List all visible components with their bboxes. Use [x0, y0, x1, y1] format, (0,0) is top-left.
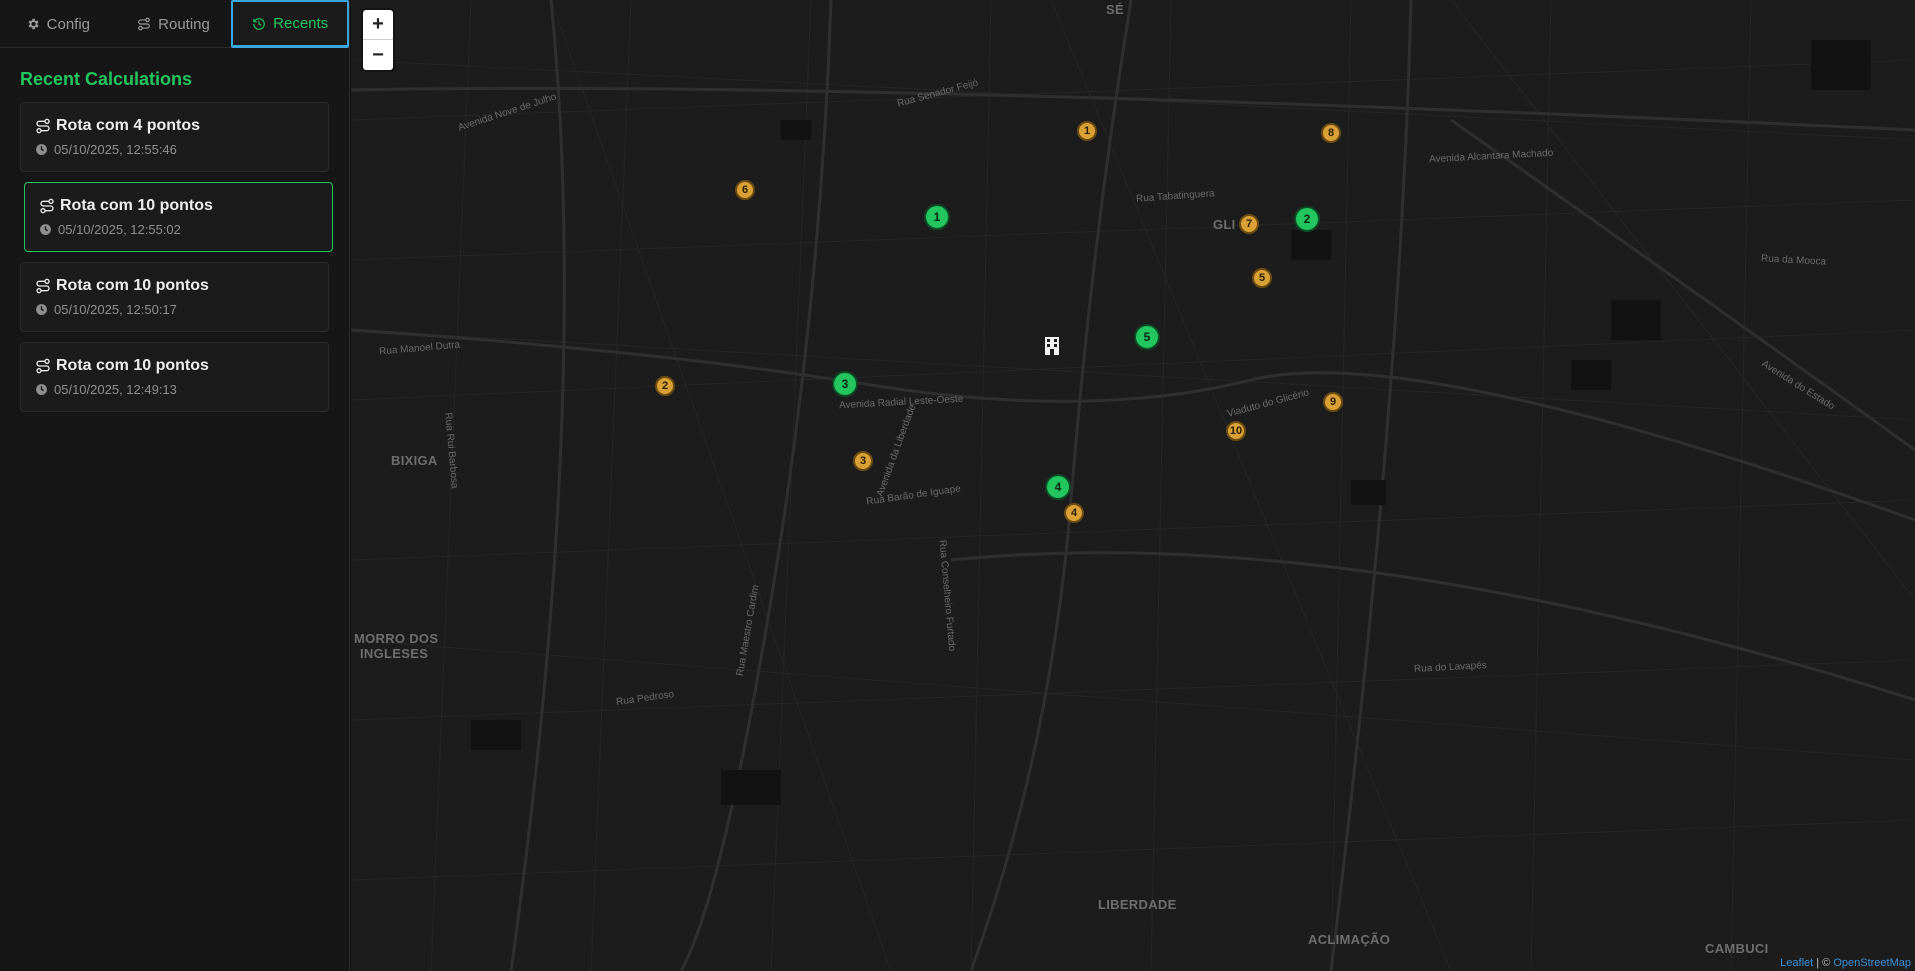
stop-marker-orange[interactable]: 5 [1252, 268, 1272, 288]
recent-item-title: Rota com 10 pontos [60, 197, 213, 214]
sidebar: Config Routing Recents Recent Calculatio… [0, 0, 350, 971]
stop-marker-orange[interactable]: 10 [1226, 421, 1246, 441]
recent-item-title: Rota com 4 pontos [56, 117, 201, 134]
route-icon [36, 358, 50, 374]
recent-item[interactable]: Rota com 10 pontos 05/10/2025, 12:49:13 [20, 342, 329, 412]
tab-recents-label: Recents [273, 15, 329, 32]
stop-marker-green[interactable]: 3 [832, 371, 858, 397]
place-label: INGLESES [360, 646, 429, 661]
clock-icon [36, 304, 47, 315]
route-icon [40, 198, 54, 214]
stop-marker-orange[interactable]: 6 [735, 180, 755, 200]
recent-item-time: 05/10/2025, 12:55:46 [54, 142, 177, 157]
clock-icon [36, 384, 47, 395]
place-label: ACLIMAÇÃO [1308, 932, 1391, 947]
stop-marker-green[interactable]: 5 [1134, 324, 1160, 350]
place-label: BIXIGA [391, 453, 438, 468]
stop-marker-green[interactable]: 2 [1294, 206, 1320, 232]
tab-routing[interactable]: Routing [116, 0, 232, 48]
leaflet-link[interactable]: Leaflet [1780, 957, 1813, 969]
recents-list: Rota com 4 pontos 05/10/2025, 12:55:46 R… [20, 102, 333, 422]
clock-icon [36, 144, 47, 155]
recent-item[interactable]: Rota com 4 pontos 05/10/2025, 12:55:46 [20, 102, 329, 172]
route-icon [36, 118, 50, 134]
stop-marker-green[interactable]: 1 [924, 204, 950, 230]
tab-recents[interactable]: Recents [231, 0, 350, 48]
recent-calculations-title: Recent Calculations [20, 69, 193, 89]
recent-item[interactable]: Rota com 10 pontos 05/10/2025, 12:50:17 [20, 262, 329, 332]
recent-item-selected[interactable]: Rota com 10 pontos 05/10/2025, 12:55:02 [24, 182, 333, 252]
stop-marker-green[interactable]: 4 [1045, 474, 1071, 500]
map-attribution: Leaflet | © OpenStreetMap [1776, 955, 1915, 971]
tab-routing-label: Routing [158, 15, 210, 33]
recent-item-time: 05/10/2025, 12:49:13 [54, 382, 177, 397]
tab-config-label: Config [46, 15, 91, 33]
place-label: MORRO DOS [354, 631, 439, 646]
recent-item-title: Rota com 10 pontos [56, 277, 209, 294]
history-icon [253, 17, 265, 30]
zoom-control: + − [363, 10, 393, 70]
place-label: SÉ [1106, 2, 1124, 17]
stop-marker-orange[interactable]: 2 [655, 376, 675, 396]
stop-marker-orange[interactable]: 9 [1323, 392, 1343, 412]
stop-marker-orange[interactable]: 4 [1064, 503, 1084, 523]
recent-item-title: Rota com 10 pontos [56, 357, 209, 374]
map-base-layer [351, 0, 1915, 971]
attribution-separator: | © [1816, 957, 1831, 969]
tab-config[interactable]: Config [0, 0, 116, 48]
openstreetmap-link[interactable]: OpenStreetMap [1833, 957, 1911, 969]
zoom-out-button[interactable]: − [363, 40, 393, 70]
route-icon [138, 17, 150, 31]
place-label: CAMBUCI [1705, 941, 1769, 956]
stop-marker-orange[interactable]: 7 [1239, 214, 1259, 234]
place-label: GLI [1213, 217, 1236, 232]
stop-marker-orange[interactable]: 3 [853, 451, 873, 471]
recent-item-time: 05/10/2025, 12:55:02 [58, 222, 181, 237]
app: Config Routing Recents Recent Calculatio… [0, 0, 1915, 971]
tab-bar: Config Routing Recents [0, 0, 350, 48]
route-icon [36, 278, 50, 294]
map[interactable]: SÉ BIXIGA MORRO DOS INGLESES LIBERDADE A… [351, 0, 1915, 971]
building-icon[interactable] [1044, 336, 1060, 356]
zoom-in-button[interactable]: + [363, 10, 393, 40]
place-label: LIBERDADE [1098, 897, 1177, 912]
stop-marker-orange[interactable]: 1 [1077, 121, 1097, 141]
stop-marker-orange[interactable]: 8 [1321, 123, 1341, 143]
gear-icon [28, 18, 39, 30]
clock-icon [40, 224, 51, 235]
recent-item-time: 05/10/2025, 12:50:17 [54, 302, 177, 317]
